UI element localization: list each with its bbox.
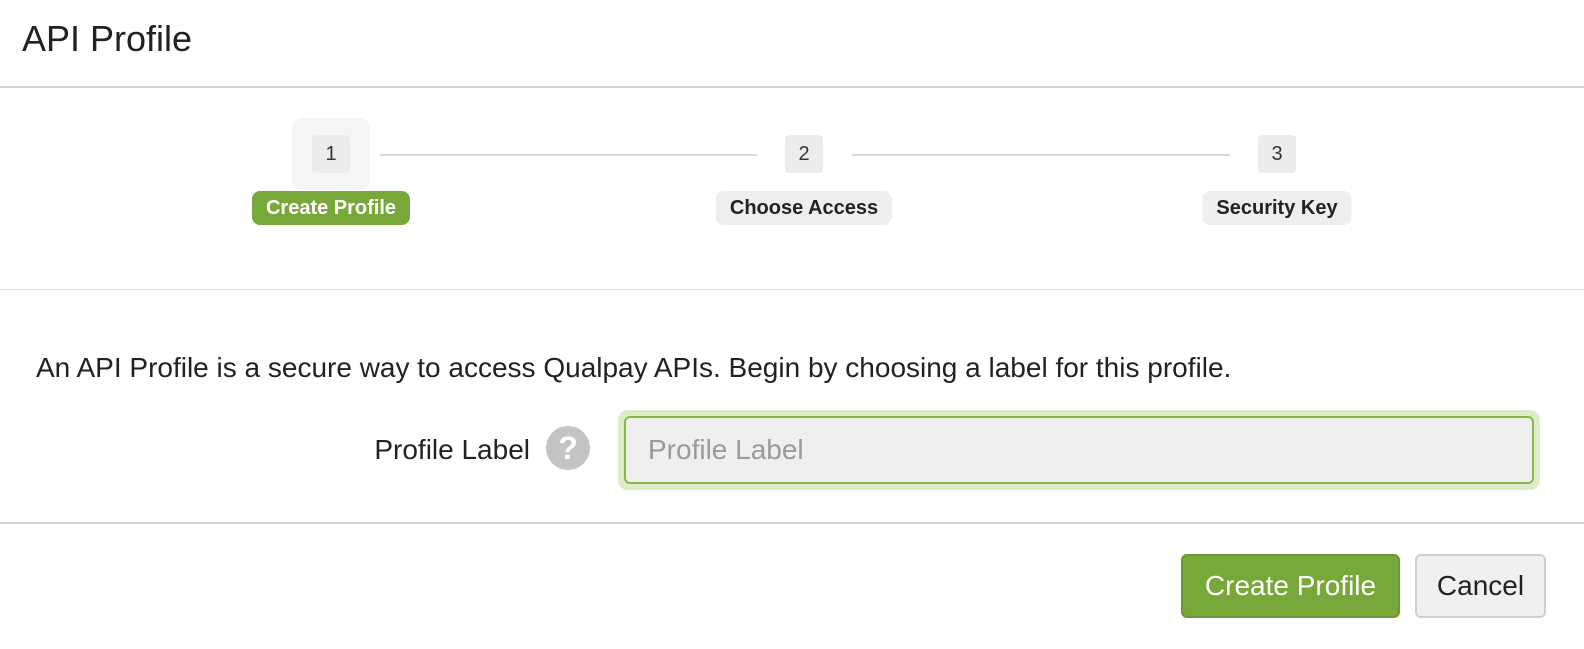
modal-header: API Profile [0,0,1584,88]
step-3-number: 3 [1258,135,1296,173]
profile-label-label: Profile Label [374,434,530,465]
step-1-label[interactable]: Create Profile [251,191,411,225]
api-profile-modal: API Profile 1 Create Profile 2 Choose Ac… [0,0,1584,649]
step-2-label[interactable]: Choose Access [715,191,893,225]
profile-label-row: Profile Label ? [0,410,1584,490]
create-profile-button[interactable]: Create Profile [1181,554,1400,618]
question-circle-icon[interactable]: ? [546,426,590,470]
step-2-number: 2 [785,135,823,173]
step-3-label[interactable]: Security Key [1202,191,1352,225]
wizard-stepper: 1 Create Profile 2 Choose Access 3 Secur… [0,90,1584,290]
cancel-button[interactable]: Cancel [1415,554,1546,618]
modal-footer: Create Profile Cancel [0,524,1584,649]
modal-body: An API Profile is a secure way to access… [0,290,1584,524]
profile-label-focus-ring [618,410,1540,490]
modal-title: API Profile [22,18,193,59]
step-connector-2-3 [852,154,1230,156]
profile-label-input[interactable] [624,416,1534,484]
step-1-indicator: 1 [292,118,370,190]
step-2-indicator: 2 [765,118,843,190]
step-1-number: 1 [312,135,350,173]
step-connector-1-2 [380,154,757,156]
intro-text: An API Profile is a secure way to access… [36,352,1232,383]
step-3-indicator: 3 [1238,118,1316,190]
